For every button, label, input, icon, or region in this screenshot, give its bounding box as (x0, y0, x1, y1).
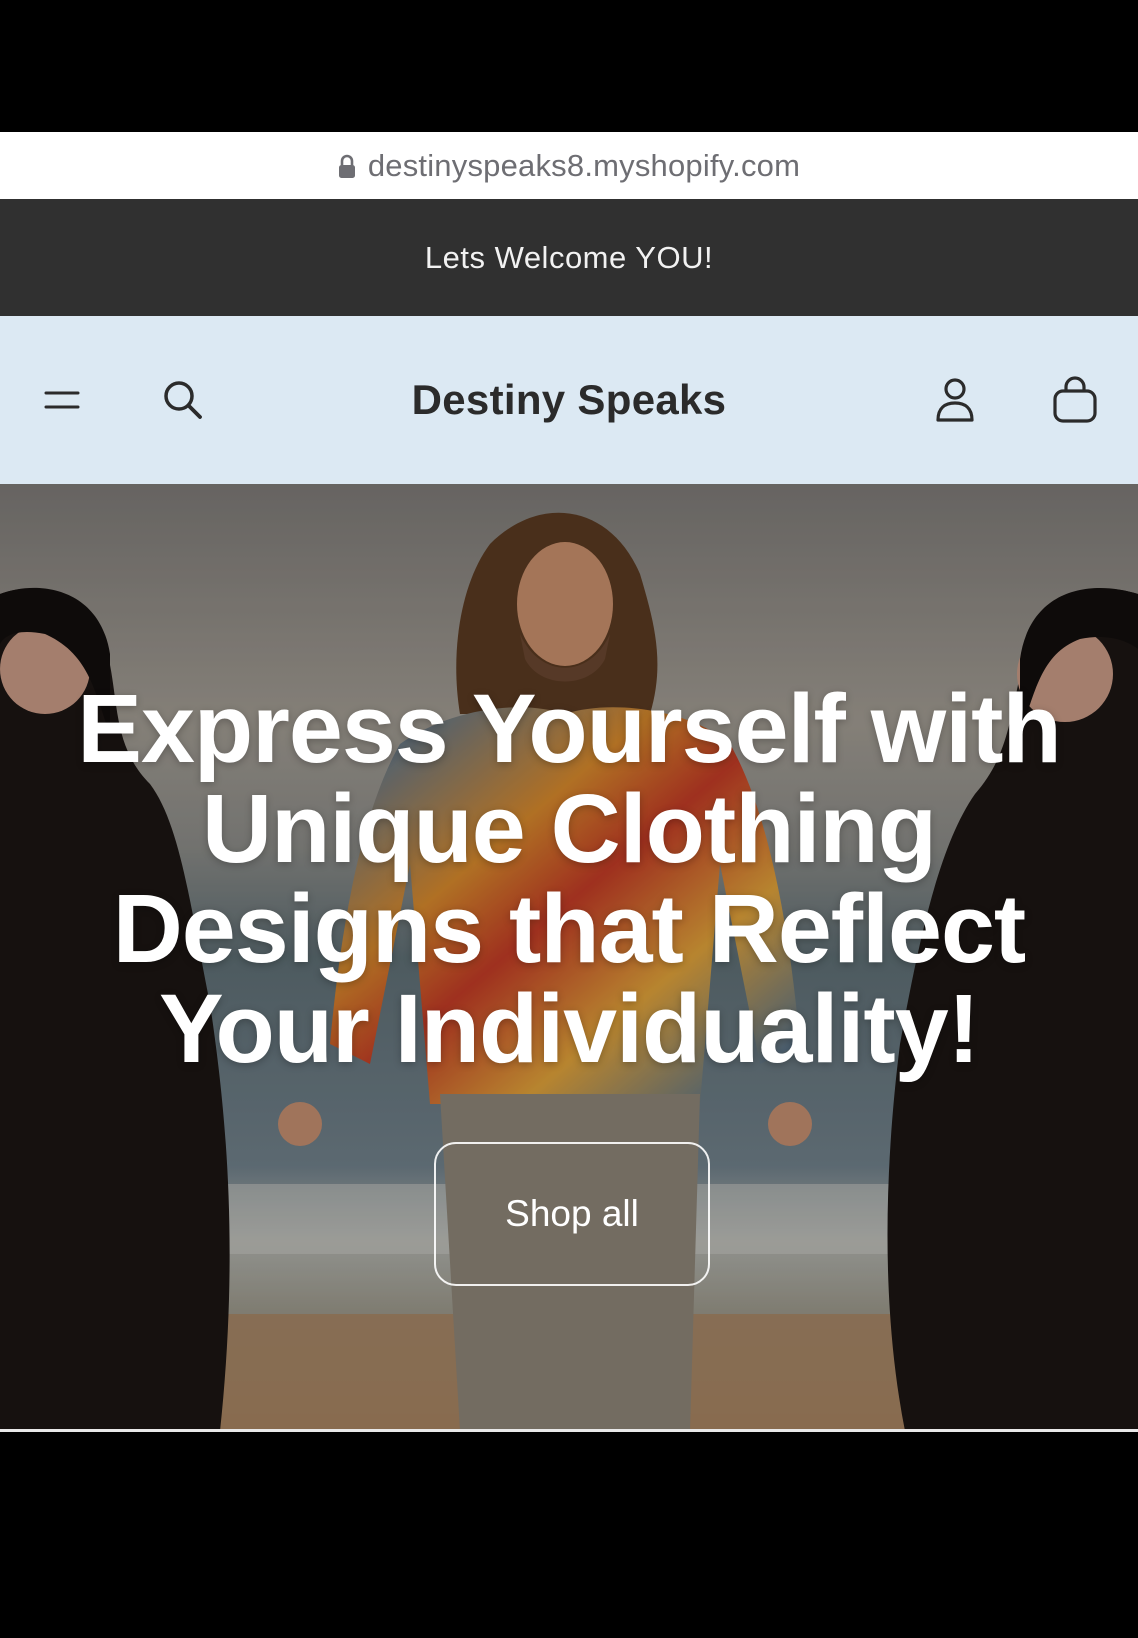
account-icon[interactable] (930, 375, 980, 425)
cart-icon[interactable] (1050, 374, 1100, 426)
hero-banner: Express Yourself with Unique Clothing De… (0, 484, 1138, 1431)
announcement-bar: Lets Welcome YOU! (0, 199, 1138, 316)
browser-url-bar[interactable]: destinyspeaks8.myshopify.com (0, 132, 1138, 199)
bottom-black-bar (0, 1432, 1138, 1638)
site-header: Destiny Speaks (0, 316, 1138, 484)
top-black-bar (0, 0, 1138, 132)
url-text: destinyspeaks8.myshopify.com (367, 147, 801, 183)
hero-heading: Express Yourself with Unique Clothing De… (77, 674, 1061, 1083)
search-icon[interactable] (158, 375, 208, 425)
menu-icon[interactable] (40, 378, 84, 422)
lock-icon (338, 154, 355, 178)
announcement-text: Lets Welcome YOU! (424, 239, 714, 275)
shop-all-button[interactable]: Shop all (434, 1142, 710, 1286)
brand-name[interactable]: Destiny Speaks (412, 376, 727, 424)
